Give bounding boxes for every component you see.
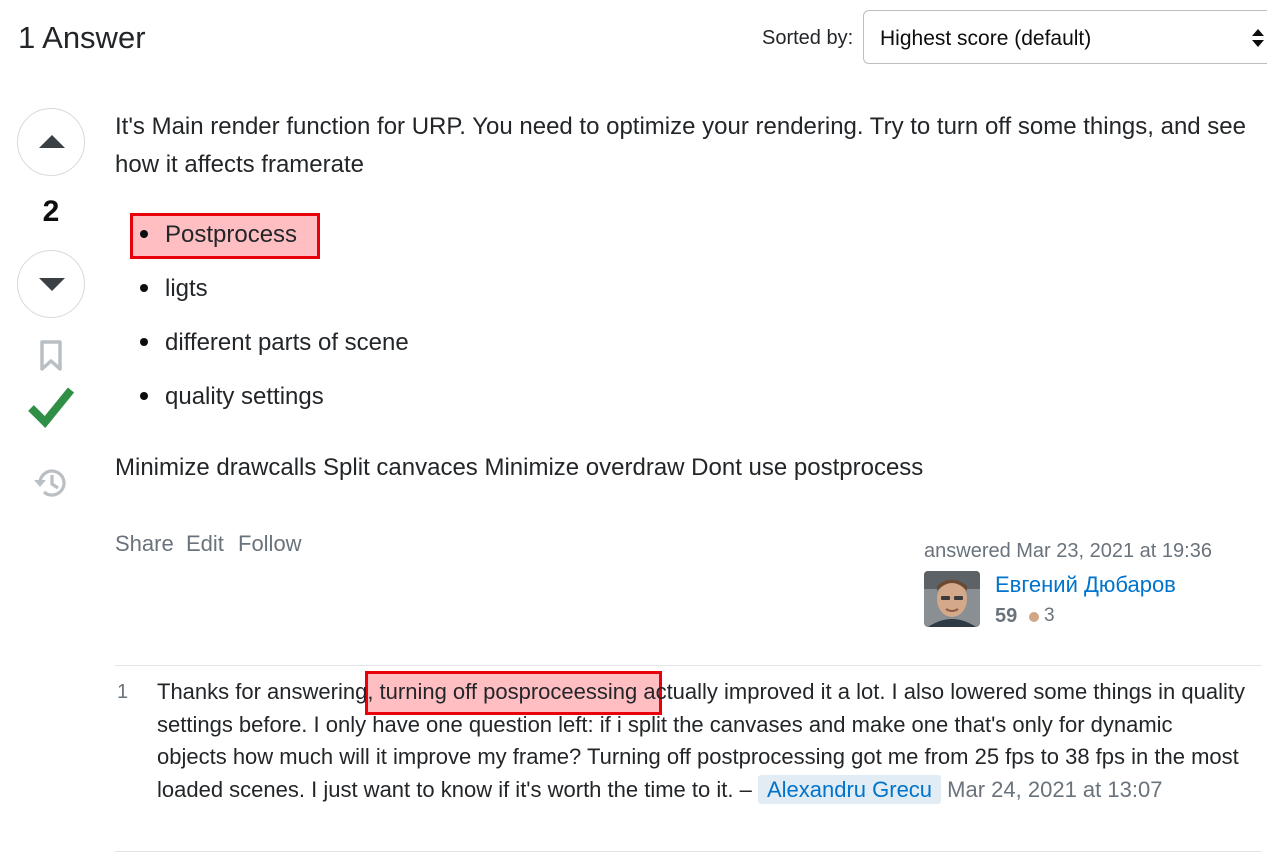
bronze-badge-icon bbox=[1029, 612, 1039, 622]
caret-up-icon bbox=[39, 135, 65, 148]
answers-count-heading: 1 Answer bbox=[18, 20, 146, 55]
list-item: quality settings bbox=[140, 382, 324, 412]
list-item: Postprocess bbox=[140, 220, 297, 250]
history-icon bbox=[34, 469, 66, 497]
comment-body: Thanks for answering, turning off pospro… bbox=[157, 676, 1247, 806]
avatar[interactable] bbox=[924, 571, 980, 627]
share-link[interactable]: Share bbox=[115, 531, 174, 557]
user-reputation: 59 bbox=[995, 605, 1018, 627]
list-item-text: different parts of scene bbox=[165, 329, 409, 356]
caret-down-icon bbox=[39, 278, 65, 291]
answered-timestamp[interactable]: answered Mar 23, 2021 at 19:36 bbox=[924, 539, 1212, 563]
follow-link[interactable]: Follow bbox=[238, 531, 302, 557]
edit-link[interactable]: Edit bbox=[186, 531, 224, 557]
accepted-answer-check bbox=[28, 385, 75, 434]
list-item-text: ligts bbox=[165, 275, 208, 302]
sort-select-value: Highest score (default) bbox=[880, 27, 1092, 50]
comment-text-highlight: , turning off posproceessing bbox=[367, 679, 638, 704]
bookmark-button[interactable] bbox=[39, 340, 63, 377]
sort-label: Sorted by: bbox=[762, 27, 854, 49]
timeline-button[interactable] bbox=[33, 465, 69, 506]
answer-tips: Minimize drawcalls Split canvaces Minimi… bbox=[115, 454, 924, 481]
sort-select[interactable]: Highest score (default) bbox=[863, 10, 1267, 64]
user-name-link[interactable]: Евгений Дюбаров bbox=[995, 572, 1176, 598]
vote-count: 2 bbox=[42, 195, 60, 228]
list-item-text: Postprocess bbox=[165, 221, 298, 248]
list-item: ligts bbox=[140, 274, 208, 304]
comment-score: 1 bbox=[117, 681, 129, 703]
divider bbox=[115, 851, 1262, 852]
comment-user-link[interactable]: Alexandru Grecu bbox=[757, 774, 942, 804]
downvote-button[interactable] bbox=[17, 250, 85, 318]
answer-intro: It's Main render function for URP. You n… bbox=[115, 113, 1246, 178]
comment-text: Thanks for answering bbox=[157, 679, 368, 704]
comment-date-link[interactable]: Mar 24, 2021 at 13:07 bbox=[947, 777, 1162, 802]
bookmark-icon bbox=[40, 340, 62, 371]
bronze-badge-count: 3 bbox=[1044, 605, 1055, 626]
upvote-button[interactable] bbox=[17, 108, 85, 176]
checkmark-icon bbox=[28, 387, 75, 428]
sort-arrows-icon bbox=[1250, 26, 1266, 55]
divider bbox=[115, 665, 1262, 666]
list-item: different parts of scene bbox=[140, 328, 409, 358]
list-item-text: quality settings bbox=[165, 383, 324, 410]
